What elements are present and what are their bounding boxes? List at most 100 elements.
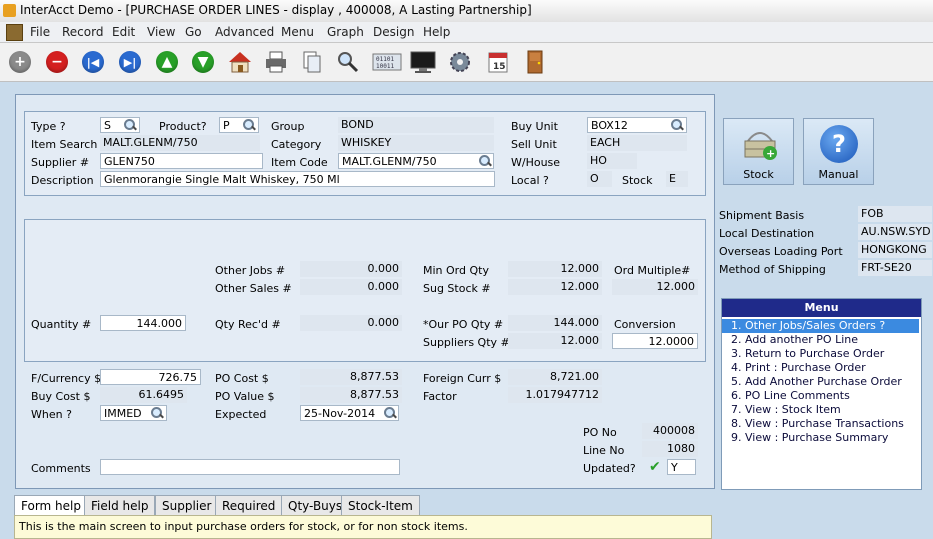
expected-date-icon[interactable] [384,407,396,419]
delete-icon[interactable]: − [43,48,71,76]
tab-supplier[interactable]: Supplier [155,495,219,515]
copy-icon[interactable] [298,48,326,76]
tab-field-help[interactable]: Field help [84,495,156,515]
local-destination-field[interactable]: AU.NSW.SYD [858,224,932,240]
search-icon[interactable] [334,48,362,76]
home-icon[interactable] [226,48,254,76]
stock-button[interactable]: + Stock [723,118,794,185]
other-sales-field[interactable]: 0.000 [300,279,402,295]
tab-form-help[interactable]: Form help [14,495,88,515]
add-icon[interactable]: + [6,48,34,76]
sug-stock-field[interactable]: 12.000 [508,279,602,295]
menu-item-other-jobs[interactable]: 1. Other Jobs/Sales Orders ? [722,319,919,333]
po-no-field[interactable]: 400008 [642,423,698,439]
buy-unit-label: Buy Unit [511,120,558,133]
po-value-field[interactable]: 8,877.53 [300,387,402,403]
other-jobs-field[interactable]: 0.000 [300,261,402,277]
min-ord-qty-label: Min Ord Qty [423,264,489,277]
sell-unit-label: Sell Unit [511,138,557,151]
qty-recd-field[interactable]: 0.000 [300,315,402,331]
exit-door-icon[interactable] [521,48,549,76]
stock-button-label: Stock [743,168,774,181]
min-ord-qty-field[interactable]: 12.000 [508,261,602,277]
print-icon[interactable] [262,48,290,76]
manual-button[interactable]: ? Manual [803,118,874,185]
conversion-label: Conversion [614,318,676,331]
local-field[interactable]: O [587,171,612,187]
conversion-field[interactable]: 12.0000 [612,333,698,349]
shipping-method-field[interactable]: FRT-SE20 [858,260,932,276]
tab-stock-item[interactable]: Stock-Item [341,495,420,515]
item-code-lookup-icon[interactable] [479,155,491,167]
product-lookup-icon[interactable] [243,119,255,131]
overseas-port-field[interactable]: HONGKONG [858,242,932,258]
menu-item-line-comments[interactable]: 6. PO Line Comments [722,389,919,403]
previous-icon[interactable]: ▲ [153,48,181,76]
tab-qty-buys[interactable]: Qty-Buys [281,495,350,515]
menu-view[interactable]: View [147,25,175,39]
menu-file[interactable]: File [30,25,50,39]
next-icon[interactable]: ▼ [189,48,217,76]
data-icon[interactable]: 01101 10011 [372,48,402,76]
po-no-label: PO No [583,426,617,439]
category-label: Category [271,138,322,151]
sell-unit-field[interactable]: EACH [587,135,687,151]
updated-field[interactable]: Y [667,459,696,475]
suppliers-qty-label: Suppliers Qty # [423,336,510,349]
menu-design[interactable]: Design [373,25,414,39]
menu-record[interactable]: Record [62,25,103,39]
menu-menu[interactable]: Menu [281,25,314,39]
comments-field[interactable] [100,459,400,475]
line-no-field[interactable]: 1080 [642,441,698,457]
menu-item-add-po-line[interactable]: 2. Add another PO Line [722,333,919,347]
menu-item-view-transactions[interactable]: 8. View : Purchase Transactions [722,417,919,431]
menu-item-add-purchase-order[interactable]: 5. Add Another Purchase Order [722,375,919,389]
item-code-field[interactable]: MALT.GLENM/750 [338,153,494,169]
factor-field[interactable]: 1.017947712 [508,387,602,403]
our-po-qty-field[interactable]: 144.000 [508,315,602,331]
foreign-curr-field[interactable]: 8,721.00 [508,369,602,385]
menu-item-view-stock-item[interactable]: 7. View : Stock Item [722,403,919,417]
menu-item-return-po[interactable]: 3. Return to Purchase Order [722,347,919,361]
buy-cost-field[interactable]: 61.6495 [100,387,187,403]
shipping-method-label: Method of Shipping [719,263,826,276]
stock-label: Stock [622,174,653,187]
stock-field[interactable]: E [666,171,688,187]
menu-help[interactable]: Help [423,25,450,39]
settings-icon[interactable] [446,48,474,76]
window-title: InterAcct Demo - [PURCHASE ORDER LINES -… [20,3,532,17]
app-icon [3,4,16,17]
when-lookup-icon[interactable] [151,407,163,419]
sug-stock-label: Sug Stock # [423,282,491,295]
supplier-field[interactable]: GLEN750 [100,153,263,169]
calendar-icon[interactable]: 15 [484,48,512,76]
quantity-field[interactable]: 144.000 [100,315,186,331]
local-label: Local ? [511,174,549,187]
last-record-icon[interactable]: ▶| [116,48,144,76]
currency-field[interactable]: 726.75 [100,369,201,385]
suppliers-qty-field[interactable]: 12.000 [508,333,602,349]
group-field[interactable]: BOND [338,117,494,133]
buy-unit-lookup-icon[interactable] [671,119,683,131]
menu-item-print-po[interactable]: 4. Print : Purchase Order [722,361,919,375]
system-menu-icon[interactable] [6,24,23,41]
type-lookup-icon[interactable] [124,119,136,131]
menu-advanced[interactable]: Advanced [215,25,274,39]
factor-label: Factor [423,390,457,403]
ord-multiple-field[interactable]: 12.000 [612,279,698,295]
description-label: Description [31,174,94,187]
first-record-icon[interactable]: |◀ [79,48,107,76]
other-jobs-label: Other Jobs # [215,264,286,277]
menu-item-view-summary[interactable]: 9. View : Purchase Summary [722,431,919,445]
menu-go[interactable]: Go [185,25,202,39]
description-field[interactable]: Glenmorangie Single Malt Whiskey, 750 Ml [100,171,495,187]
shipment-basis-field[interactable]: FOB [858,206,932,222]
menu-graph[interactable]: Graph [327,25,364,39]
item-search-field[interactable]: MALT.GLENM/750 [100,135,260,151]
category-field[interactable]: WHISKEY [338,135,494,151]
screen-icon[interactable] [408,48,438,76]
tab-required[interactable]: Required [215,495,283,515]
menu-edit[interactable]: Edit [112,25,135,39]
warehouse-field[interactable]: HO [587,153,637,169]
po-cost-field[interactable]: 8,877.53 [300,369,402,385]
